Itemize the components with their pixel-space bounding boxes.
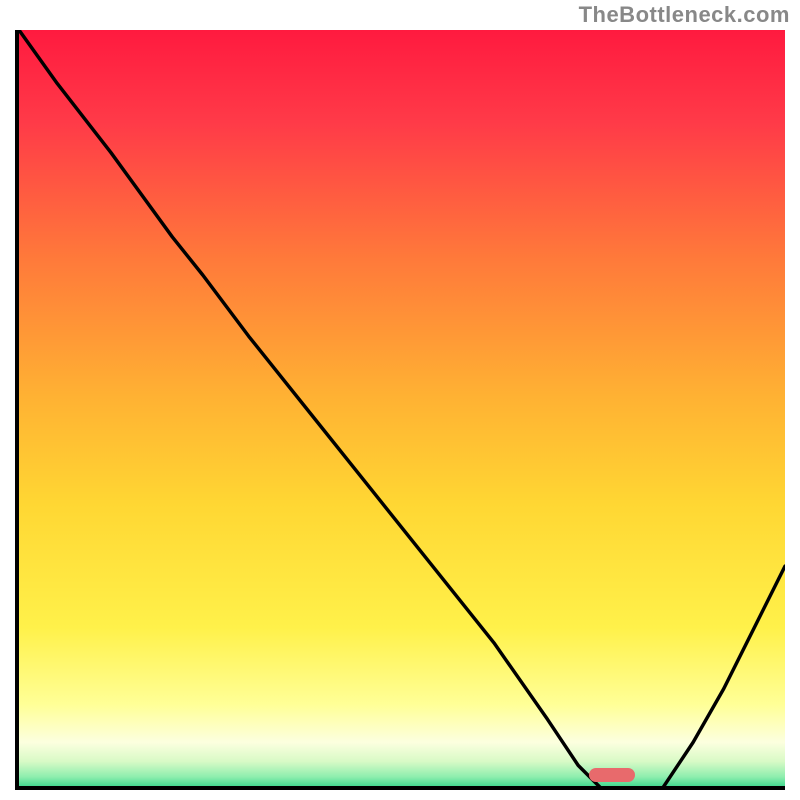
bottleneck-curve bbox=[19, 30, 785, 790]
chart-plot-area bbox=[15, 30, 785, 790]
watermark-text: TheBottleneck.com bbox=[579, 2, 790, 28]
optimal-marker bbox=[589, 768, 635, 782]
